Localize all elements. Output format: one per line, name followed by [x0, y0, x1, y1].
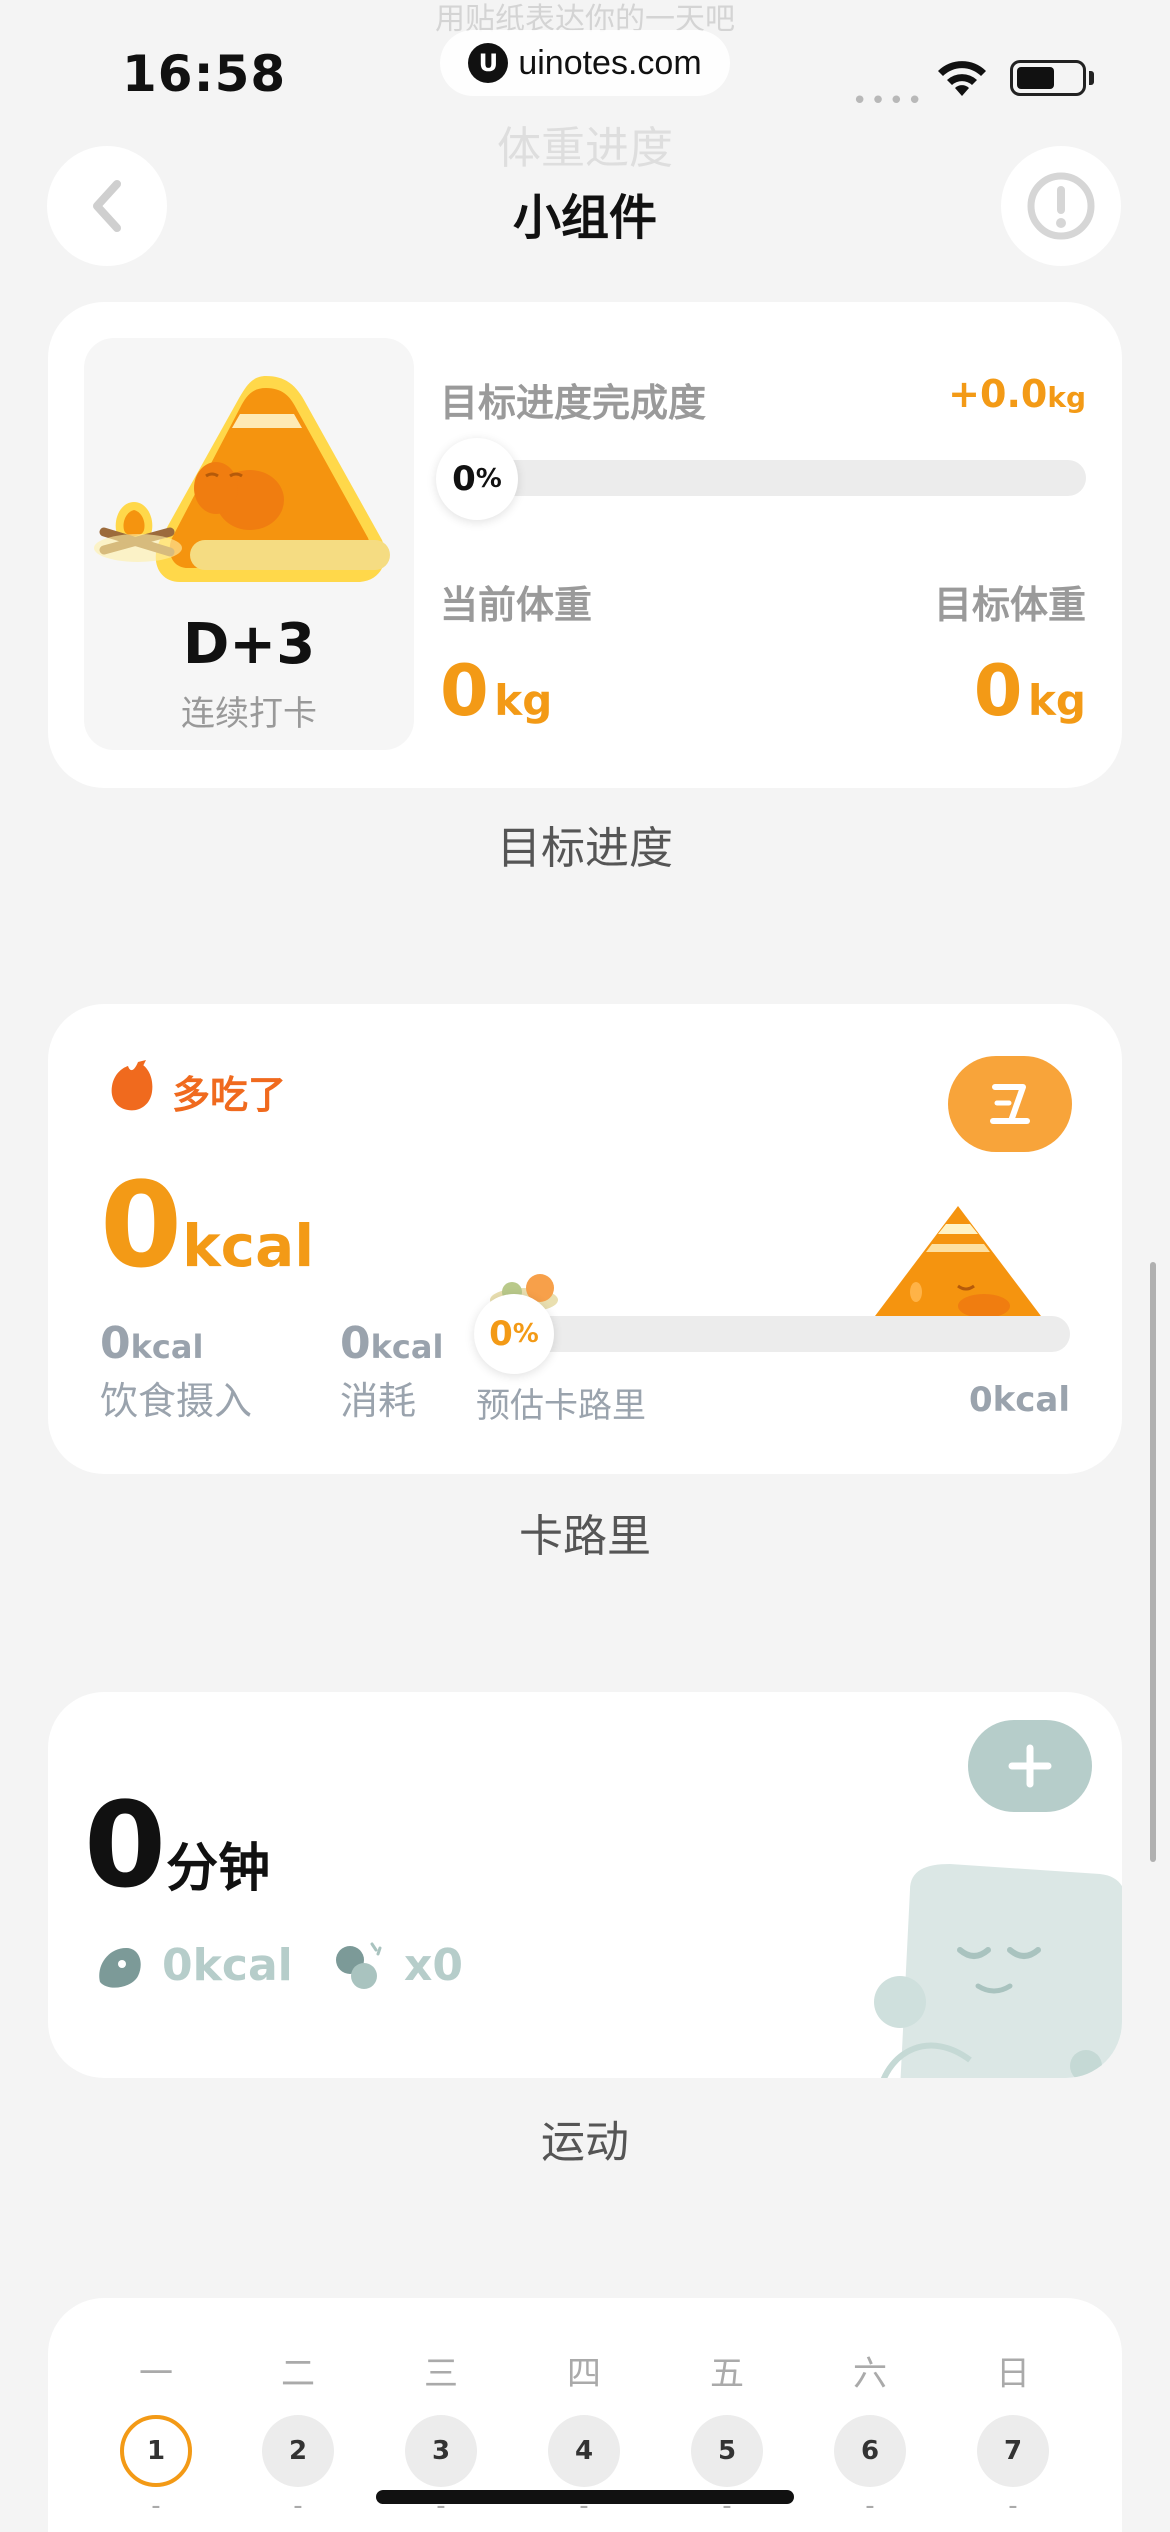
goal-progress-value: 0 [452, 459, 476, 499]
caption-exercise: 运动 [541, 2117, 629, 2168]
streak-label: 连续打卡 [181, 694, 317, 734]
calorie-progress-knob: 0% [474, 1294, 554, 1374]
day-circle[interactable]: 6 [834, 2415, 906, 2487]
current-weight: 0 kg [440, 650, 552, 732]
goal-delta-unit: kg [1047, 381, 1086, 414]
day-label: 二 [281, 2354, 315, 2394]
calorie-progress-unit: % [512, 1319, 539, 1349]
calorie-total-unit: kcal [182, 1212, 315, 1280]
calorie-progress-bar [474, 1316, 1070, 1352]
target-weight: 0 kg [886, 650, 1086, 732]
page-title: 小组件 [512, 190, 657, 246]
status-time: 16:58 [122, 45, 287, 103]
goal-delta: +0.0kg [930, 372, 1086, 416]
day-column[interactable]: 二 2 - [258, 2346, 338, 2521]
battery-icon [1010, 60, 1086, 96]
wifi-icon [938, 61, 986, 96]
add-exercise-button[interactable] [968, 1720, 1092, 1812]
dumbbell-icon [336, 1942, 382, 1989]
calorie-progress-value: 0 [489, 1314, 513, 1354]
exercise-mascot-icon [874, 1864, 1122, 2078]
calorie-status: 多吃了 [172, 1073, 287, 1117]
caption-goal-progress: 目标进度 [497, 823, 673, 874]
calorie-mascot-icon [872, 1206, 1044, 1320]
plus-icon [1008, 1744, 1052, 1788]
day-label: 六 [853, 2354, 887, 2394]
day-label: 日 [996, 2354, 1030, 2394]
exercise-minutes-value: 0 [84, 1776, 167, 1914]
day-value: - [865, 2491, 875, 2521]
day-label: 四 [567, 2354, 601, 2394]
mascot-campfire-icon [94, 376, 390, 582]
scrollbar[interactable] [1150, 1262, 1156, 1862]
day-label: 三 [424, 2354, 458, 2394]
exercise-kcal: 0kcal [162, 1940, 293, 1991]
intake-value: 0 [100, 1318, 131, 1369]
goal-progress-label: 目标进度完成度 [440, 381, 707, 425]
estimate-label: 预估卡路里 [476, 1386, 646, 1426]
flame-icon [111, 1060, 153, 1111]
battery-cap [1089, 71, 1094, 85]
calorie-flag-button[interactable] [948, 1056, 1072, 1152]
day-column[interactable]: 一 1 - [116, 2346, 196, 2521]
signal-dots-icon: •••• [852, 86, 926, 116]
calorie-total-value: 0 [100, 1156, 183, 1294]
caption-calories: 卡路里 [519, 1511, 651, 1562]
day-column[interactable]: 六 6 - [830, 2346, 910, 2521]
intake-unit: kcal [130, 1328, 204, 1366]
goal-progress-unit: % [475, 464, 502, 494]
url-pill[interactable]: U uinotes.com [440, 30, 730, 96]
calorie-total: 0kcal [100, 1156, 314, 1294]
burn-label: 消耗 [340, 1379, 417, 1423]
streak-count: D+3 [182, 612, 316, 677]
exercise-minutes: 0分钟 [84, 1776, 270, 1914]
intake-amount: 0kcal [100, 1318, 203, 1369]
site-logo-icon: U [468, 43, 509, 83]
goal-progress-bar [440, 460, 1086, 496]
intake-label: 饮食摄入 [100, 1379, 253, 1423]
day-circle[interactable]: 3 [405, 2415, 477, 2487]
home-indicator[interactable] [376, 2490, 794, 2504]
flag-icon [990, 1084, 1030, 1124]
estimate-value: 0kcal [968, 1380, 1070, 1420]
day-circle[interactable]: 4 [548, 2415, 620, 2487]
calorie-burn-icon [99, 1948, 141, 1988]
day-value: - [293, 2491, 303, 2521]
burn-unit: kcal [370, 1328, 444, 1366]
day-value: - [151, 2491, 161, 2521]
day-circle[interactable]: 7 [977, 2415, 1049, 2487]
current-weight-label: 当前体重 [440, 583, 593, 627]
goal-delta-value: +0.0 [948, 372, 1048, 416]
exercise-minutes-unit: 分钟 [166, 1839, 271, 1899]
current-weight-unit: kg [494, 676, 553, 725]
ghost-title: 体重进度 [497, 123, 673, 174]
day-circle[interactable]: 2 [262, 2415, 334, 2487]
target-weight-label: 目标体重 [933, 583, 1086, 627]
day-label: 五 [710, 2354, 744, 2394]
burn-amount: 0kcal [340, 1318, 443, 1369]
target-weight-unit: kg [1028, 676, 1086, 725]
burn-value: 0 [340, 1318, 371, 1369]
day-circle-selected[interactable]: 1 [120, 2415, 192, 2487]
day-column[interactable]: 日 7 - [973, 2346, 1053, 2521]
exclamation-icon [1027, 172, 1095, 240]
day-label: 一 [139, 2354, 173, 2394]
day-circle[interactable]: 5 [691, 2415, 763, 2487]
current-weight-value: 0 [440, 650, 489, 732]
exercise-count: x0 [404, 1940, 463, 1991]
target-weight-value: 0 [973, 650, 1023, 732]
day-value: - [1008, 2491, 1018, 2521]
goal-progress-knob: 0% [436, 438, 518, 520]
url-text: uinotes.com [518, 43, 702, 82]
info-button[interactable] [1001, 146, 1121, 266]
